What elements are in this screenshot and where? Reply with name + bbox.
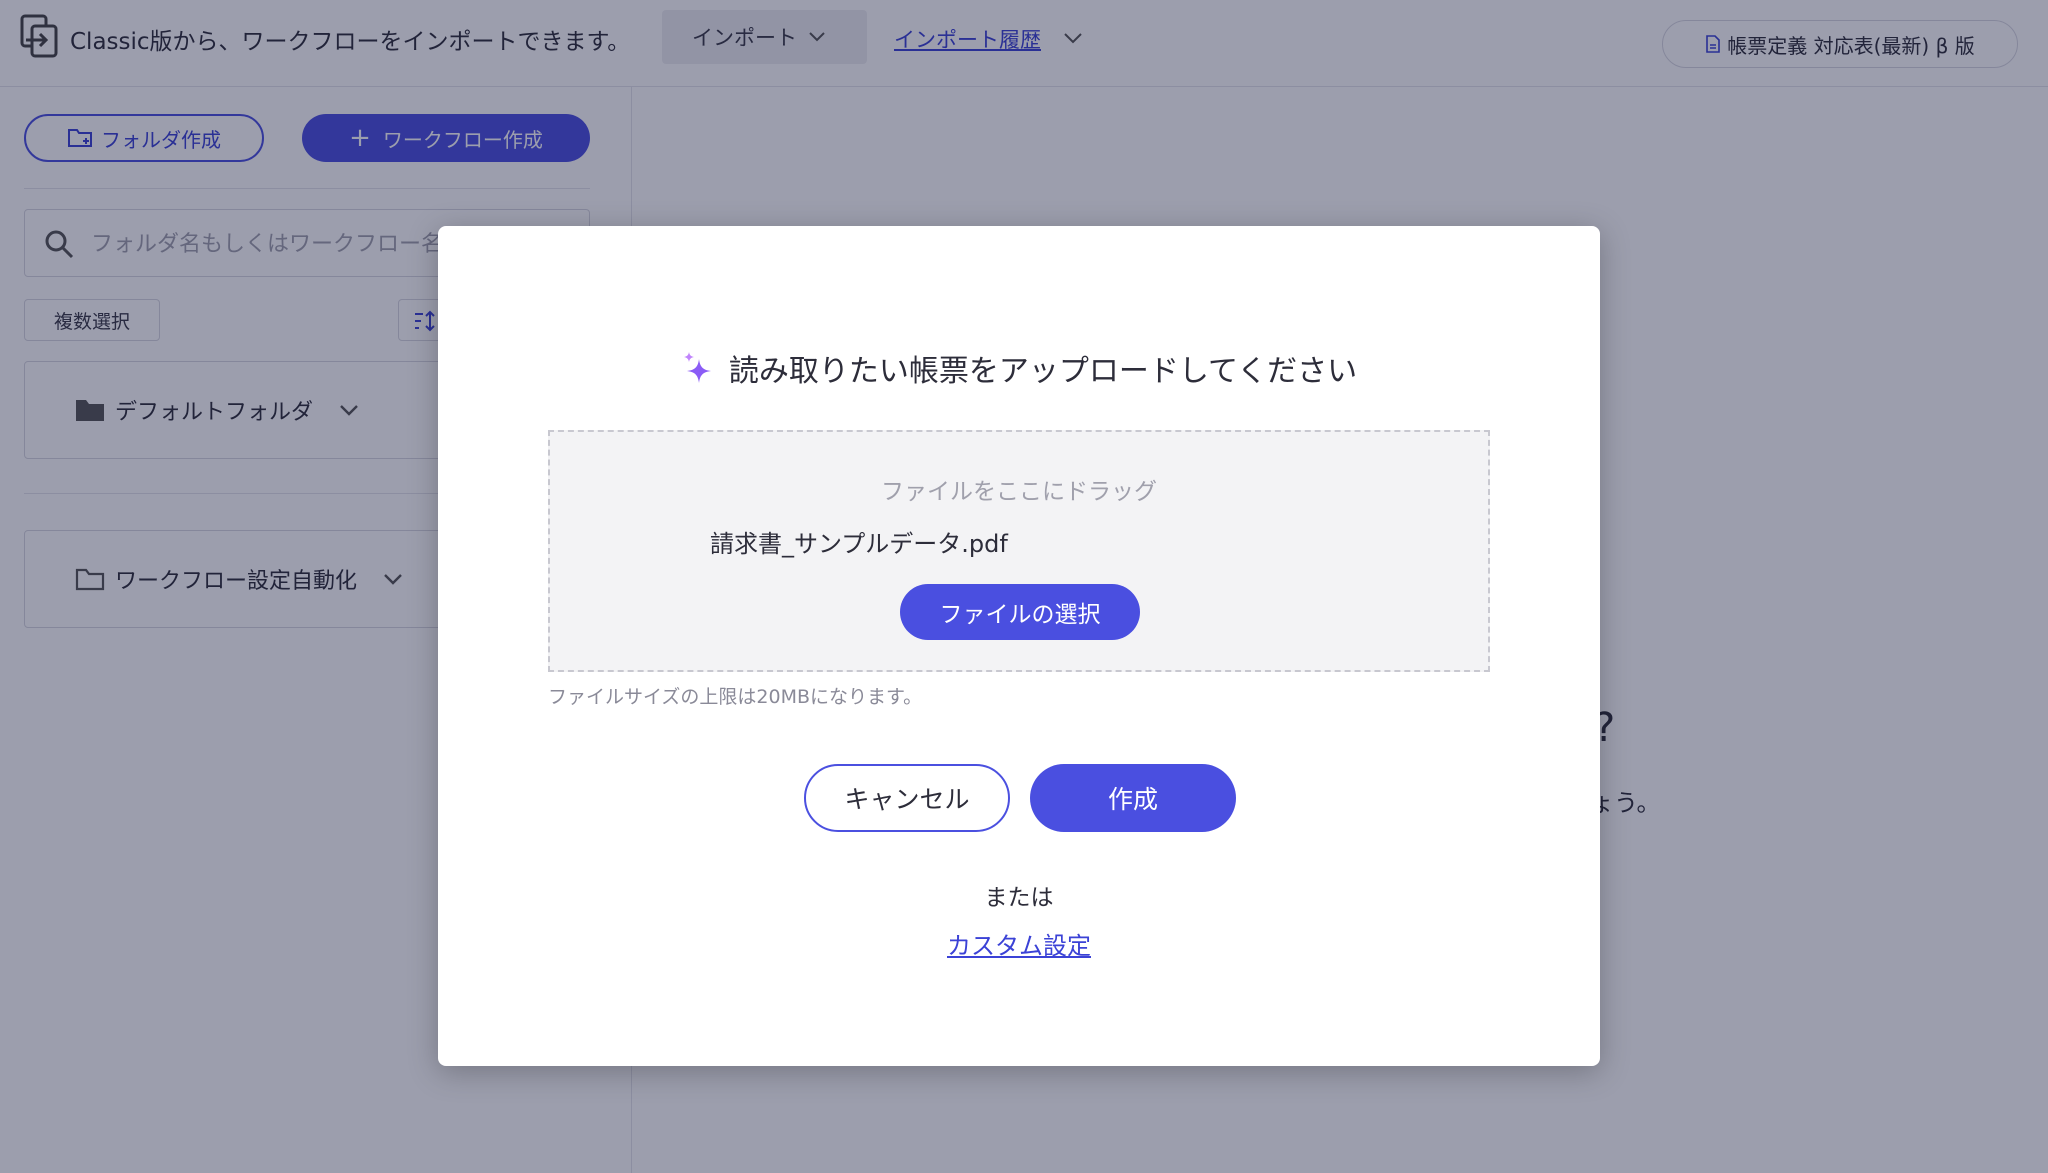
create-button[interactable]: 作成 xyxy=(1030,764,1236,832)
file-size-note: ファイルサイズの上限は20MBになります。 xyxy=(548,686,923,708)
modal-title-text: 読み取りたい帳票をアップロードしてください xyxy=(728,354,1358,389)
select-file-button[interactable]: ファイルの選択 xyxy=(900,584,1140,640)
upload-modal: 読み取りたい帳票をアップロードしてください ファイルをここにドラッグ 請求書_サ… xyxy=(438,226,1600,1066)
or-text: または xyxy=(984,885,1054,911)
selected-file-name: 請求書_サンプルデータ.pdf xyxy=(710,530,1008,558)
drop-hint: ファイルをここにドラッグ xyxy=(881,479,1157,505)
modal-title: 読み取りたい帳票をアップロードしてください xyxy=(438,346,1600,390)
custom-settings-link-text[interactable]: カスタム設定 xyxy=(947,932,1091,960)
sparkle-icon xyxy=(683,352,711,383)
file-dropzone[interactable]: ファイルをここにドラッグ 請求書_サンプルデータ.pdf ファイルの選択 xyxy=(548,430,1490,672)
cancel-button[interactable]: キャンセル xyxy=(804,764,1010,832)
custom-settings-link: カスタム設定 xyxy=(438,926,1600,961)
